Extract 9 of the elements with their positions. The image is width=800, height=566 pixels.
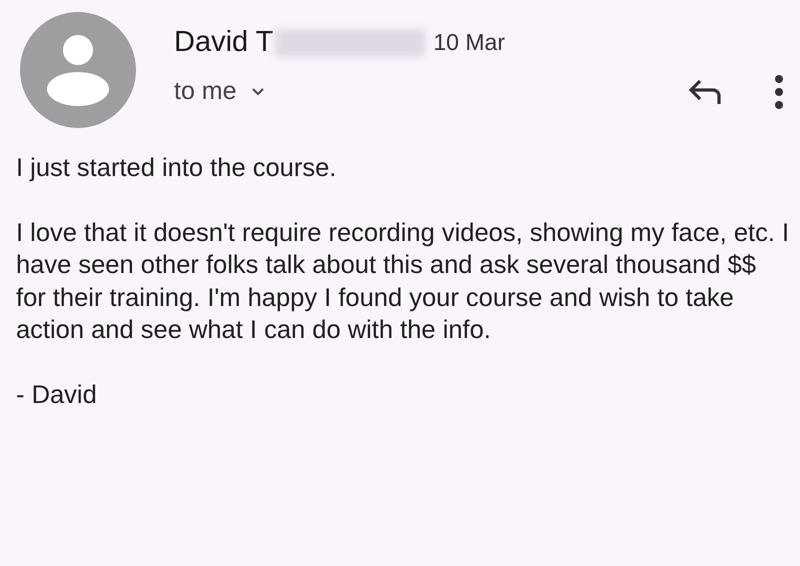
more-options-button[interactable]	[774, 74, 784, 110]
chevron-down-icon	[250, 86, 265, 96]
message-paragraph: I just started into the course.	[16, 153, 338, 184]
recipient-toggle[interactable]: to me	[174, 77, 265, 106]
message-paragraph: - David	[16, 380, 98, 410]
message-paragraph: I love that it doesn't require recording videos, showing my face, etc. I have seen other folks talk about this and ask several thousand $$ for their training. I'm happy I found your course and wish to take action and see what I can do with the info.	[16, 218, 790, 346]
message-date: 10 Mar	[433, 29, 505, 56]
avatar-icon	[20, 12, 136, 128]
sender-name: David T	[174, 26, 274, 59]
